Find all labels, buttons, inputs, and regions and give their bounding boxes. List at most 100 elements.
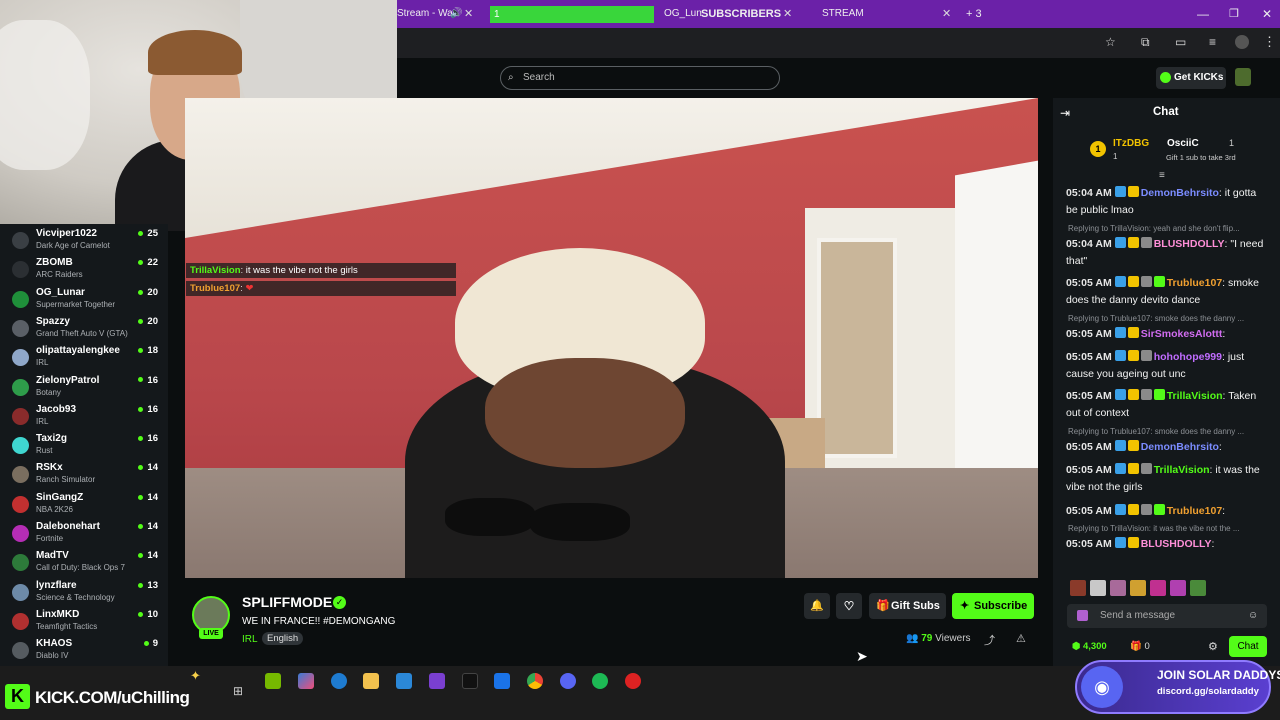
close-icon[interactable]: ✕ (464, 4, 473, 24)
emote-icon[interactable] (1070, 580, 1086, 596)
chrome-icon[interactable] (527, 673, 543, 689)
search-input[interactable]: ⌕ Search (500, 66, 780, 90)
chat-reply-context[interactable]: Replying to Trublue107: smoke does the d… (1068, 314, 1268, 323)
chat-username[interactable]: DemonBehrsito (1141, 187, 1219, 199)
chat-reply-context[interactable]: Replying to TrillaVision: yeah and she d… (1068, 224, 1268, 233)
chat-username[interactable]: TrillaVision (1154, 464, 1210, 476)
discord-icon[interactable] (560, 673, 576, 689)
kicks-balance[interactable]: ⬢ 4,300 (1072, 641, 1107, 652)
emoji-icon[interactable]: ☺ (1248, 604, 1258, 628)
chat-filter-icon[interactable]: ≡ (1159, 170, 1165, 181)
share-icon[interactable]: ⤴ (984, 632, 995, 648)
emote-icon[interactable] (1170, 580, 1186, 596)
browser-tab-stream-2[interactable]: STREAM (822, 4, 864, 24)
chat-message[interactable]: 05:04 AM DemonBehrsito: it gotta be publi… (1066, 185, 1266, 219)
sidebar-channel-item[interactable]: RSKx Ranch Simulator 14 (0, 459, 168, 488)
sidebar-channel-item[interactable]: Spazzy Grand Theft Auto V (GTA) 20 (0, 313, 168, 342)
chat-message[interactable]: 05:05 AM TrillaVision: Taken out of conte… (1066, 388, 1266, 422)
outlook-icon[interactable] (494, 673, 510, 689)
sidebar-channel-item[interactable]: olipattayalengkee IRL 18 (0, 342, 168, 371)
spotify-icon[interactable] (592, 673, 608, 689)
sidebar-channel-item[interactable]: Jacob93 IRL 16 (0, 401, 168, 430)
chat-username[interactable]: BLUSHDOLLY (1154, 238, 1225, 250)
chat-username[interactable]: BLUSHDOLLY (1141, 538, 1212, 550)
cast-icon[interactable]: ▭ (1175, 35, 1186, 49)
streamer-name[interactable]: SPLIFFMODE (242, 594, 332, 610)
video-player[interactable] (185, 98, 1038, 578)
emote-bar[interactable] (1070, 580, 1270, 598)
chat-message[interactable]: 05:05 AM DemonBehrsito: (1066, 439, 1266, 456)
sidebar-channel-item[interactable]: Dalebonehart Fortnite 14 (0, 518, 168, 547)
sidebar-channel-item[interactable]: MadTV Call of Duty: Black Ops 7 14 (0, 547, 168, 576)
chat-message[interactable]: 05:05 AM BLUSHDOLLY: (1066, 536, 1266, 553)
chat-username[interactable]: Trublue107 (1167, 505, 1222, 517)
sidebar-channel-item[interactable]: OG_Lunar Supermarket Together 20 (0, 284, 168, 313)
get-kicks-button[interactable]: Get KICKs (1156, 67, 1226, 89)
sidebar-channel-item[interactable]: SinGangZ NBA 2K26 14 (0, 489, 168, 518)
profile-avatar[interactable] (1235, 35, 1249, 49)
tab-overflow-counter[interactable]: + 3 (966, 4, 982, 24)
chat-username[interactable]: TrillaVision (1167, 390, 1223, 402)
nvidia-icon[interactable] (265, 673, 281, 689)
sidebar-channel-item[interactable]: Vicviper1022 Dark Age of Camelot 25 (0, 225, 168, 254)
sidebar-channel-item[interactable]: Taxi2g Rust 16 (0, 430, 168, 459)
window-close-icon[interactable]: ✕ (1262, 4, 1272, 24)
copilot-icon[interactable] (298, 673, 314, 689)
media-icon[interactable]: ≡ (1209, 35, 1216, 49)
edge-icon[interactable] (331, 673, 347, 689)
gift-counter[interactable]: 🎁 0 (1130, 641, 1150, 652)
browser-tab-oglunar[interactable]: OG_Lunar (664, 4, 702, 24)
emote-icon[interactable] (1090, 580, 1106, 596)
emote-icon[interactable] (1190, 580, 1206, 596)
file-explorer-icon[interactable] (363, 673, 379, 689)
chat-message[interactable]: 05:05 AM Trublue107: (1066, 503, 1266, 520)
chat-input[interactable]: Send a message ☺ (1067, 604, 1267, 628)
app-icon[interactable] (429, 673, 445, 689)
sidebar-channel-item[interactable]: KHAOS Diablo IV 9 (0, 635, 168, 664)
sidebar-channel-item[interactable]: ZBOMB ARC Raiders 22 (0, 254, 168, 283)
chat-message[interactable]: 05:04 AM BLUSHDOLLY: "I need that" (1066, 236, 1266, 270)
notification-bell-button[interactable]: 🔔 (804, 593, 830, 619)
chat-reply-context[interactable]: Replying to Trublue107: smoke does the d… (1068, 427, 1268, 436)
chat-username[interactable]: hohohope999 (1154, 351, 1222, 363)
browser-tab-subscribers[interactable]: SUBSCRIBERS (701, 4, 781, 24)
leaderboard-name[interactable]: OsciiC (1167, 138, 1199, 149)
emote-icon[interactable] (1150, 580, 1166, 596)
close-icon[interactable]: ✕ (783, 4, 792, 24)
browser-menu-icon[interactable]: ⋮ (1263, 34, 1276, 50)
sidebar-channel-item[interactable]: LinxMKD Teamfight Tactics 10 (0, 606, 168, 635)
restore-icon[interactable]: ❐ (1229, 4, 1239, 24)
chat-username[interactable]: DemonBehrsito (1141, 441, 1219, 453)
browser-tab-progress[interactable]: 1 (490, 6, 654, 23)
report-icon[interactable]: ⚠ (1016, 632, 1026, 645)
subscribe-button[interactable]: ✦ Subscribe (952, 593, 1034, 619)
chat-message[interactable]: 05:05 AM Trublue107: smoke does the danny… (1066, 275, 1266, 309)
extensions-icon[interactable]: ⧉ (1141, 35, 1150, 50)
chat-message[interactable]: 05:05 AM hohohope999: just cause you agei… (1066, 349, 1266, 383)
browser-tab-stream[interactable]: Stream - Wat (397, 4, 453, 24)
gift-subs-button[interactable]: 🎁 Gift Subs (869, 593, 946, 619)
emote-icon[interactable] (1110, 580, 1126, 596)
chat-username[interactable]: Trublue107 (1167, 277, 1222, 289)
follow-button[interactable]: ♡ (836, 593, 862, 619)
collapse-chat-icon[interactable]: ⇥ (1060, 106, 1070, 120)
tiktok-icon[interactable] (462, 673, 478, 689)
leaderboard-name[interactable]: ITzDBG (1113, 138, 1149, 149)
user-avatar[interactable] (1235, 68, 1251, 86)
sidebar-channel-item[interactable]: lynzflare Science & Technology 13 (0, 577, 168, 606)
obs-icon[interactable] (625, 673, 641, 689)
stream-category[interactable]: IRL (242, 634, 258, 645)
chat-username[interactable]: SirSmokesAlottt (1141, 328, 1223, 340)
task-view-icon[interactable]: ⊞ (233, 684, 243, 698)
chat-reply-context[interactable]: Replying to TrillaVision: it was the vib… (1068, 524, 1268, 533)
chat-settings-icon[interactable]: ⚙ (1208, 640, 1218, 653)
chat-message[interactable]: 05:05 AM TrillaVision: it was the vibe no… (1066, 462, 1266, 496)
chat-message[interactable]: 05:05 AM SirSmokesAlottt: (1066, 326, 1266, 343)
language-tag[interactable]: English (262, 632, 304, 645)
minimize-icon[interactable]: — (1197, 4, 1209, 24)
sidebar-channel-item[interactable]: ZielonyPatrol Botany 16 (0, 372, 168, 401)
emote-icon[interactable] (1130, 580, 1146, 596)
close-icon[interactable]: ✕ (942, 4, 951, 24)
store-icon[interactable] (396, 673, 412, 689)
chat-send-button[interactable]: Chat (1229, 636, 1267, 657)
